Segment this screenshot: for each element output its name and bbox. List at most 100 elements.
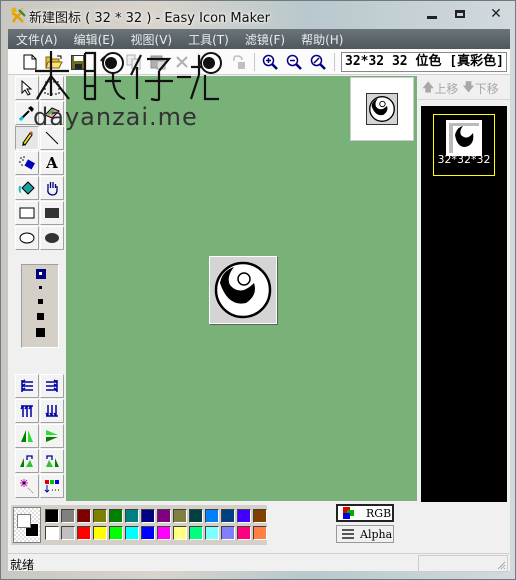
menu-file[interactable]: 文件(A) [8,31,66,48]
tool-eraser[interactable] [40,101,64,125]
color-swatch[interactable] [109,509,123,523]
color-swatch[interactable] [221,509,235,523]
color-swatch[interactable] [141,509,155,523]
tool-effects[interactable] [15,474,39,498]
color-swatch[interactable] [77,509,91,523]
paint-bucket-icon [18,181,35,195]
color-swatch[interactable] [237,526,251,540]
tool-eyedropper[interactable] [15,101,39,125]
color-swatch[interactable] [109,526,123,540]
save-icon [70,54,86,70]
hand-icon [47,182,58,196]
color-swatch[interactable] [205,526,219,540]
tool-hand[interactable] [40,176,64,200]
tool-text[interactable]: A [40,151,64,175]
color-swatch[interactable] [125,509,139,523]
color-swatch[interactable] [157,509,171,523]
rgb-mode-button[interactable]: RGB [336,504,394,522]
flip-vertical-icon [46,430,58,442]
zoom-out-button[interactable] [284,52,304,72]
tool-rect-select[interactable] [40,76,64,100]
tool-filled-rectangle[interactable] [40,201,64,225]
resize-grip-icon[interactable] [496,560,506,570]
delete-button[interactable] [172,52,192,72]
color-swatch[interactable] [189,526,203,540]
drawing-tools: A [15,76,65,251]
brush-size-1[interactable] [36,269,46,279]
color-swatch[interactable] [125,526,139,540]
zoom-fit-button[interactable] [308,52,328,72]
menu-view[interactable]: 视图(V) [123,31,181,48]
tool-rotate-right[interactable] [40,449,64,473]
color-swatch[interactable] [205,509,219,523]
brush-size-2[interactable] [39,286,42,289]
icon-image[interactable] [209,256,277,324]
move-down-button[interactable]: 🡇 下移 [462,78,498,99]
menu-help[interactable]: 帮助(H) [293,31,351,48]
tool-fill[interactable] [15,176,39,200]
rotate-right-icon [46,455,59,467]
format-selector[interactable]: 32*32 32 位色 [真彩色] [341,52,507,72]
color-swatch[interactable] [157,526,171,540]
tool-flip-horizontal[interactable] [15,424,39,448]
open-button[interactable] [44,52,64,72]
cut-button[interactable] [100,52,120,72]
color-swatch[interactable] [221,526,235,540]
menu-edit[interactable]: 编辑(E) [66,31,123,48]
tool-rotate-left[interactable] [15,449,39,473]
tool-ellipse[interactable] [15,226,39,250]
tool-shift-left[interactable] [15,374,39,398]
minimize-button[interactable] [419,6,445,22]
color-swatch[interactable] [189,509,203,523]
menu-tools[interactable]: 工具(T) [180,31,237,48]
brush-size-4[interactable] [37,313,44,320]
color-swatch[interactable] [61,526,75,540]
new-button[interactable] [20,52,40,72]
color-swatch[interactable] [77,526,91,540]
shift-left-icon [21,379,33,392]
color-swatch[interactable] [141,526,155,540]
color-swatch[interactable] [237,509,251,523]
tool-color-replace[interactable] [40,474,64,498]
tool-select[interactable] [15,76,39,100]
color-swatch[interactable] [93,509,107,523]
save-button[interactable] [68,52,88,72]
color-swatch[interactable] [45,526,59,540]
brush-size-5[interactable] [36,328,45,337]
color-swatch[interactable] [173,526,187,540]
zoom-in-button[interactable] [260,52,280,72]
tool-flip-vertical[interactable] [40,424,64,448]
undo-icon [209,55,221,69]
tool-shift-down[interactable] [40,399,64,423]
redo-button[interactable] [229,52,249,72]
color-swatch[interactable] [253,509,267,523]
rect-select-icon [44,81,60,95]
move-up-button[interactable]: 🡅 上移 [422,78,458,99]
close-button[interactable]: ✕ [481,6,511,22]
menu-filter[interactable]: 滤镜(F) [237,31,293,48]
tool-line[interactable] [40,126,64,150]
color-swatch[interactable] [173,509,187,523]
color-swatch[interactable] [253,526,267,540]
title-bar[interactable]: 新建图标 ( 32 * 32 ) - Easy Icon Maker ✕ [1,1,516,29]
tool-shift-right[interactable] [40,374,64,398]
tool-shift-up[interactable] [15,399,39,423]
tool-pencil[interactable] [15,126,39,150]
copy-button[interactable] [124,52,144,72]
paste-button[interactable] [148,52,168,72]
tool-rectangle[interactable] [15,201,39,225]
maximize-button[interactable] [447,6,473,22]
eraser-icon [44,107,60,119]
text-icon: A [46,154,58,172]
foreground-color[interactable] [17,514,31,528]
alpha-mode-button[interactable]: Alpha [336,525,394,543]
color-swatch[interactable] [61,509,75,523]
color-swatch[interactable] [93,526,107,540]
tool-spray[interactable] [15,151,39,175]
fg-bg-color-selector[interactable] [13,507,41,543]
undo-button[interactable] [205,52,225,72]
color-swatch[interactable] [45,509,59,523]
tool-filled-ellipse[interactable] [40,226,64,250]
icon-format-entry[interactable]: 32*32*32 [433,114,495,176]
brush-size-3[interactable] [38,299,43,304]
